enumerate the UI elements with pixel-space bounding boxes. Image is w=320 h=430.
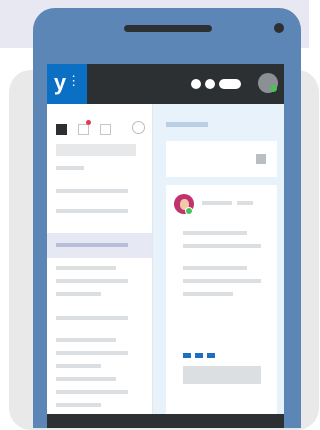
compose-square-icon[interactable] <box>256 154 266 164</box>
sidebar-item-label[interactable] <box>56 351 128 355</box>
attachment-icon[interactable] <box>207 353 215 358</box>
sidebar-item-label[interactable] <box>56 279 128 283</box>
sidebar-item-label[interactable] <box>56 189 128 193</box>
sidebar-item-label[interactable] <box>56 364 101 368</box>
sidebar <box>47 104 153 428</box>
post-timestamp <box>237 201 253 205</box>
post-card <box>166 185 277 428</box>
yammer-logo-icon[interactable]: y⋮ <box>47 64 87 104</box>
outline-square-icon[interactable] <box>100 124 111 135</box>
post-author[interactable] <box>202 201 232 205</box>
attachment-preview[interactable] <box>183 366 261 384</box>
dot-icon <box>205 79 215 89</box>
search-input[interactable] <box>56 144 136 156</box>
post-text-line <box>183 231 247 235</box>
bottom-bar <box>47 414 284 428</box>
compose-box[interactable] <box>166 141 277 177</box>
presence-dot-icon <box>185 207 193 215</box>
sidebar-item-label[interactable] <box>56 316 128 320</box>
sidebar-item-label[interactable] <box>56 377 116 381</box>
phone-speaker <box>124 25 212 32</box>
notification-dot-icon <box>86 120 91 125</box>
feed-panel <box>153 104 284 428</box>
feed-header <box>166 122 208 127</box>
post-text-line <box>183 266 247 270</box>
sidebar-item-label[interactable] <box>56 338 116 342</box>
attachment-icon[interactable] <box>183 353 191 358</box>
circle-icon[interactable] <box>132 121 145 134</box>
phone-camera <box>274 23 284 33</box>
sidebar-item-label[interactable] <box>56 266 116 270</box>
logo-letter: y <box>53 70 67 95</box>
logo-waves-icon: ⋮ <box>67 73 81 88</box>
sidebar-item-label[interactable] <box>56 403 101 407</box>
post-text-line <box>183 244 261 248</box>
phone-frame: y⋮ <box>33 8 301 428</box>
post-text-line <box>183 279 261 283</box>
outline-square-icon[interactable] <box>78 124 89 135</box>
filled-square-icon[interactable] <box>56 124 67 135</box>
presence-dot-icon <box>270 85 277 92</box>
sidebar-item-label[interactable] <box>56 209 128 213</box>
app-bar: y⋮ <box>47 64 284 104</box>
sidebar-item-label <box>56 243 128 247</box>
app-screen: y⋮ <box>47 64 284 428</box>
sidebar-item-selected[interactable] <box>47 233 152 258</box>
sidebar-item-label[interactable] <box>56 390 128 394</box>
pill-icon <box>219 79 241 89</box>
dot-icon <box>191 79 201 89</box>
attachment-icon[interactable] <box>195 353 203 358</box>
sidebar-item-label[interactable] <box>56 292 101 296</box>
sidebar-item-label[interactable] <box>56 166 84 170</box>
post-text-line <box>183 292 233 296</box>
